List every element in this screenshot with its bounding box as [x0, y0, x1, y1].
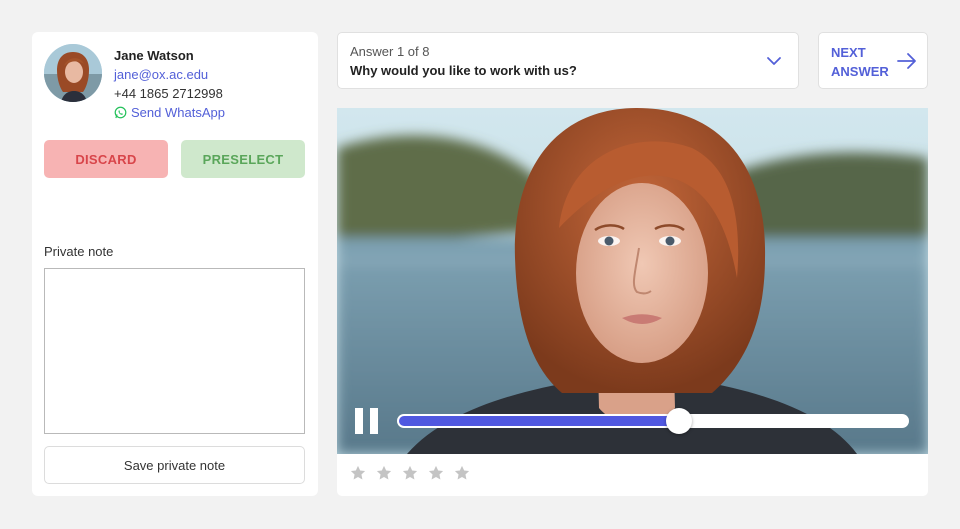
whatsapp-icon — [114, 106, 127, 119]
video-card — [337, 108, 928, 496]
next-answer-button[interactable]: NEXT ANSWER — [818, 32, 928, 89]
star-icon[interactable] — [349, 464, 367, 482]
seek-progress — [399, 416, 679, 426]
pause-icon[interactable] — [355, 408, 379, 434]
contact-info: Jane Watson jane@ox.ac.edu +44 1865 2712… — [114, 46, 225, 122]
video-player[interactable] — [337, 108, 928, 454]
star-icon[interactable] — [453, 464, 471, 482]
arrow-right-icon — [897, 52, 917, 70]
candidate-name: Jane Watson — [114, 48, 194, 63]
candidate-card: Jane Watson jane@ox.ac.edu +44 1865 2712… — [32, 32, 318, 496]
chevron-down-icon — [766, 53, 782, 69]
private-note-textarea[interactable] — [44, 268, 305, 434]
candidate-phone: +44 1865 2712998 — [114, 86, 223, 101]
rating-stars — [349, 464, 471, 482]
answer-counter: Answer 1 of 8 — [350, 44, 430, 59]
seek-bar[interactable] — [397, 408, 909, 434]
send-whatsapp-link[interactable]: Send WhatsApp — [114, 103, 225, 122]
seek-handle[interactable] — [666, 408, 692, 434]
answer-dropdown[interactable]: Answer 1 of 8 Why would you like to work… — [337, 32, 799, 89]
discard-button[interactable]: DISCARD — [44, 140, 168, 178]
candidate-email-link[interactable]: jane@ox.ac.edu — [114, 65, 225, 84]
star-icon[interactable] — [427, 464, 445, 482]
answer-question: Why would you like to work with us? — [350, 63, 577, 78]
star-icon[interactable] — [375, 464, 393, 482]
preselect-button[interactable]: PRESELECT — [181, 140, 305, 178]
private-note-label: Private note — [44, 244, 114, 259]
video-frame — [337, 108, 928, 454]
star-icon[interactable] — [401, 464, 419, 482]
next-answer-label: NEXT ANSWER — [831, 45, 889, 79]
save-private-note-button[interactable]: Save private note — [44, 446, 305, 484]
whatsapp-label: Send WhatsApp — [131, 105, 225, 120]
avatar — [44, 44, 102, 102]
